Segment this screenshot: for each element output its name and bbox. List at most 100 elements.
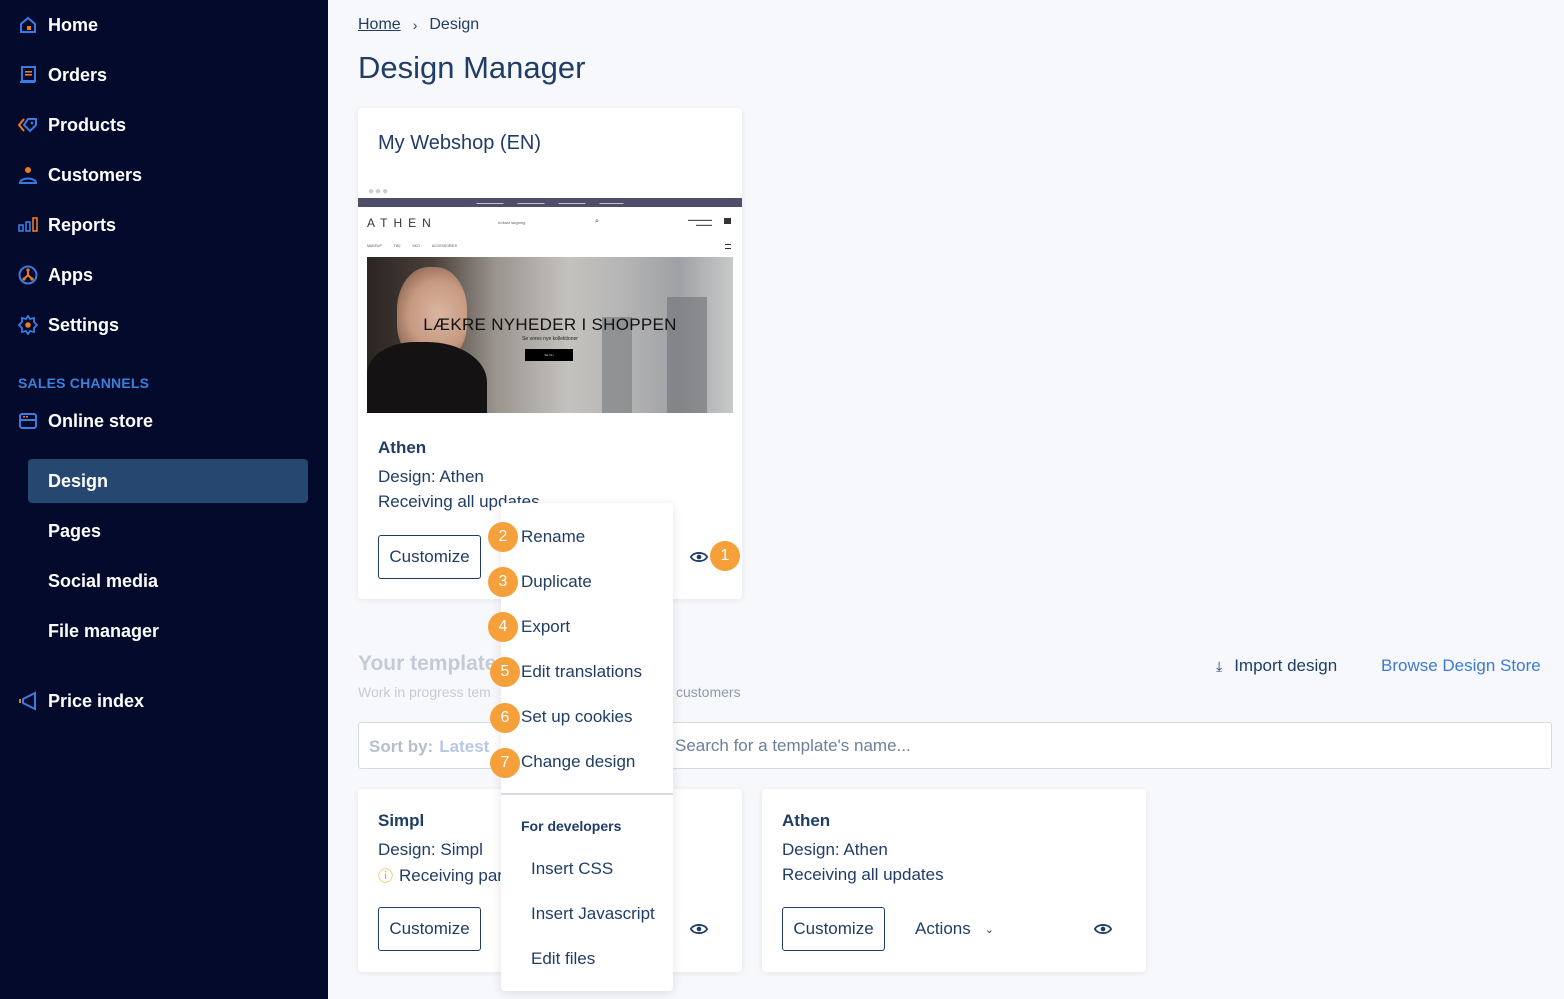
import-design-label: Import design [1234,656,1338,675]
sidebar-item-online-store[interactable]: Online store [18,406,153,436]
eye-icon[interactable] [690,920,708,938]
templates-subtitle-end: customers [676,684,741,700]
menu-item-edit-files[interactable]: Edit files [531,949,595,969]
hero-coat [367,342,487,413]
search-icon: ⌕ [595,218,599,225]
sidebar-item-label: Apps [48,264,93,285]
template-design: Design: Athen [378,467,484,486]
sidebar-item-label: Home [48,14,99,35]
sidebar-item-customers[interactable]: Customers [18,160,142,190]
actions-menu: Rename Duplicate Export Edit translation… [501,503,673,991]
sidebar-subitem-design[interactable]: Design [28,459,308,503]
window-dots-icon: ●●● [368,186,390,197]
template-name: Athen [378,438,427,457]
sidebar-item-label: Pages [48,520,102,541]
step-badge: 6 [490,703,520,733]
preview-hero-image: LÆKRE NYHEDER I SHOPPEN Se vores nye kol… [367,257,733,413]
sidebar: Home Orders Products Customers Reports A… [0,0,328,999]
sales-channels-label: SALES CHANNELS [18,375,150,391]
sidebar-item-label: Reports [48,214,117,235]
sort-by-select[interactable]: Sort by: Latest [369,737,489,757]
preview-menu-item: TØJ [393,244,401,248]
menu-item-insert-css[interactable]: Insert CSS [531,859,613,879]
megaphone-icon [18,691,38,711]
preview-button: SE NU [525,349,573,361]
sidebar-subitem-pages[interactable]: Pages [28,509,308,553]
sidebar-item-home[interactable]: Home [18,10,98,40]
preview-cart-text: ▬▬▬▬▬▬ ▬▬▬▬ [688,217,712,227]
breadcrumb-home-link[interactable]: Home [358,16,401,34]
step-badge: 4 [488,612,518,642]
preview-menu-item: ACCESSORIES [431,244,458,248]
actions-label: Actions [915,919,971,938]
browse-design-store-link[interactable]: Browse Design Store [1381,656,1541,676]
sidebar-subitem-file-manager[interactable]: File manager [28,609,308,653]
sidebar-item-label: File manager [48,620,160,641]
preview-search: Indtast søgning [498,220,526,225]
sidebar-item-settings[interactable]: Settings [18,310,119,340]
chevron-right-icon: › [412,17,418,33]
menu-item-duplicate[interactable]: Duplicate [521,572,592,592]
actions-dropdown[interactable]: Actions ⌄ [915,919,994,939]
customize-button[interactable]: Customize [782,907,885,951]
breadcrumb: Home › Design [358,16,479,34]
import-design-button[interactable]: ⤓ Import design [1216,656,1337,676]
breadcrumb-current: Design [429,16,480,33]
template-card: Athen Design: Athen Receiving all update… [762,789,1146,972]
sidebar-item-products[interactable]: Products [18,110,126,140]
sidebar-subitem-social-media[interactable]: Social media [28,559,308,603]
template-design: Design: Simpl [378,840,483,859]
gear-icon [18,315,38,335]
template-search-input[interactable] [675,731,1535,761]
sidebar-item-apps[interactable]: Apps [18,260,93,290]
menu-divider [501,793,673,795]
sidebar-item-price-index[interactable]: Price index [18,686,144,716]
sidebar-item-label: Social media [48,570,159,591]
preview-logo: ATHEN [367,216,437,230]
menu-item-set-up-cookies[interactable]: Set up cookies [521,707,633,727]
template-name: Athen [782,811,831,830]
preview-subline: Se vores nye kollektioner [522,336,578,342]
sidebar-item-label: Design [48,470,109,491]
preview-menu-item: SKO [412,244,420,248]
design-preview[interactable]: ●●● ▬▬▬▬▬▬▬▬▬ ▬▬▬▬▬▬▬▬▬ ▬▬▬▬▬▬▬▬▬ ▬▬▬▬▬▬▬▬ … [358,182,742,414]
menu-item-rename[interactable]: Rename [521,527,585,547]
templates-heading: Your templates [358,652,509,675]
templates-subtitle: Work in progress tem [358,684,491,700]
shop-name: My Webshop (EN) [378,132,542,154]
menu-item-insert-javascript[interactable]: Insert Javascript [531,904,655,924]
eye-icon[interactable] [690,548,708,566]
eye-icon[interactable] [1094,920,1112,938]
customize-button[interactable]: Customize [378,535,481,579]
sidebar-item-label: Online store [48,410,154,431]
sort-by-label: Sort by: [369,737,434,756]
template-design: Design: Athen [782,840,888,859]
customize-button[interactable]: Customize [378,907,481,951]
apps-icon [18,265,38,285]
person-icon [18,165,38,185]
menu-item-export[interactable]: Export [521,617,570,637]
sort-by-value: Latest [439,737,490,756]
preview-menu: MAKEUP TØJ SKO ACCESSORIES [367,244,457,248]
menu-item-edit-translations[interactable]: Edit translations [521,662,642,682]
step-badge: 7 [490,748,520,778]
orders-icon [18,65,38,85]
page-title: Design Manager [358,50,586,85]
sidebar-item-label: Orders [48,64,108,85]
preview-topbar: ▬▬▬▬▬▬▬▬▬ ▬▬▬▬▬▬▬▬▬ ▬▬▬▬▬▬▬▬▬ ▬▬▬▬▬▬▬▬ [358,198,742,207]
step-badge: 2 [488,522,518,552]
template-status: Receiving all updates [782,865,944,884]
sidebar-item-orders[interactable]: Orders [18,60,107,90]
hamburger-icon [725,244,731,249]
warning-icon: ⓘ [378,868,394,885]
home-icon [18,15,38,35]
preview-menu-item: MAKEUP [367,244,382,248]
preview-headline: LÆKRE NYHEDER I SHOPPEN [423,315,677,334]
sidebar-item-label: Settings [48,314,120,335]
menu-item-change-design[interactable]: Change design [521,752,635,772]
store-icon [18,411,38,431]
sidebar-item-label: Products [48,114,127,135]
chevron-down-icon: ⌄ [984,923,994,936]
step-badge: 5 [490,657,520,687]
sidebar-item-reports[interactable]: Reports [18,210,116,240]
